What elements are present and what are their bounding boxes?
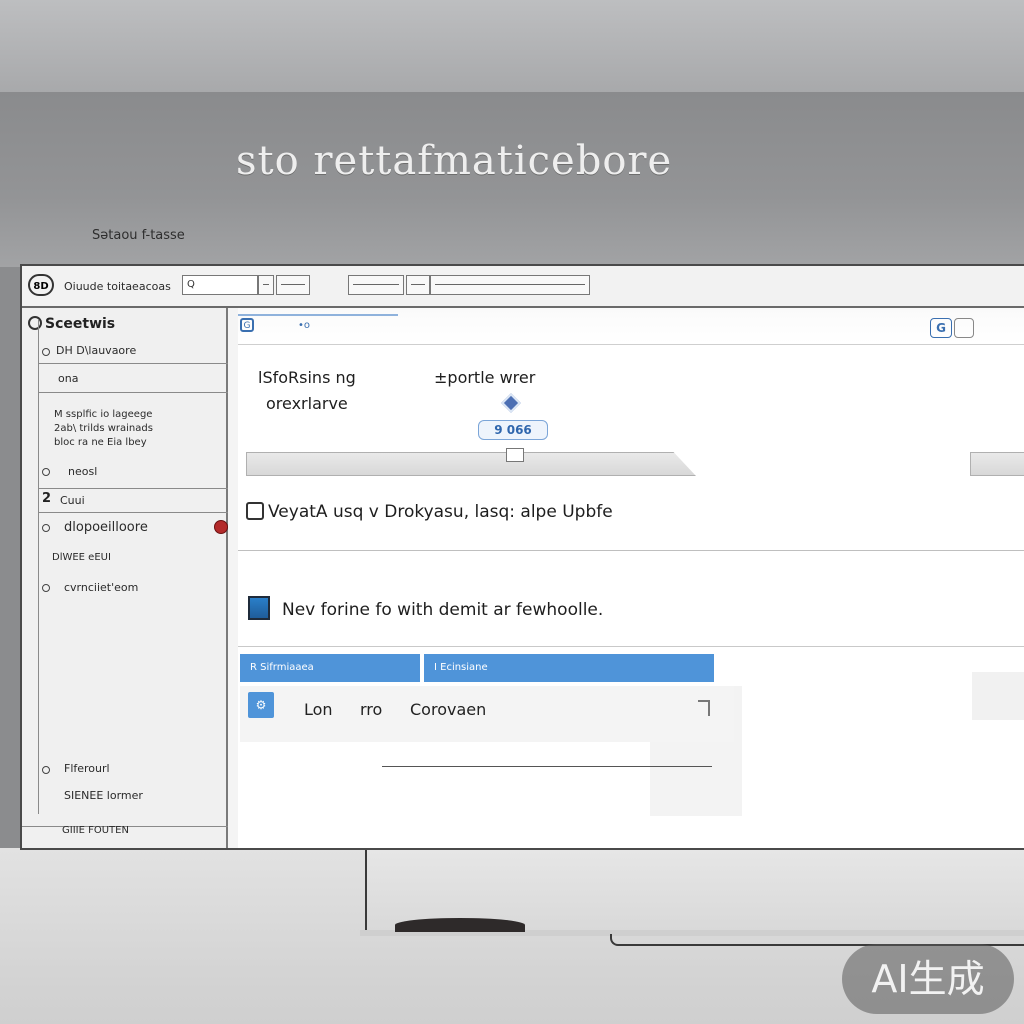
document-icon — [246, 502, 264, 520]
sidebar-item-9[interactable]: Flferourl — [64, 762, 110, 775]
content-subheading: orexrlarve — [266, 394, 348, 413]
sidebar-item-3[interactable]: M ssplfic io lageege 2ab\ trilds wrainad… — [54, 408, 153, 450]
table-row[interactable]: ⚙ Lon rro Corovaen — [240, 686, 734, 742]
app-window: 8D Oiuude toitaeacoas Q Sceetwis DH D\la… — [20, 264, 1024, 850]
list-row-text: VeyatA usq v Drokyasu, lasq: alpe Upbfe — [268, 502, 613, 522]
toolbar: 8D Oiuude toitaeacoas Q — [22, 266, 1024, 308]
sidebar-item-6[interactable]: dlopoeilloore — [64, 520, 148, 535]
tab-secondary[interactable]: I Ecinsiane — [424, 654, 714, 682]
app-logo-icon: 8D — [28, 274, 54, 296]
wall-subline: Sətaou f-tasse — [92, 228, 185, 243]
sidebar-item-1[interactable]: DH D\lauvaore — [56, 344, 136, 357]
sidebar-panel — [38, 320, 228, 814]
options-button[interactable] — [954, 318, 974, 338]
app-title: Oiuude toitaeacoas — [64, 280, 171, 293]
monitor-foot — [395, 918, 525, 932]
background-top — [0, 0, 1024, 92]
search-icon[interactable]: G — [930, 318, 952, 338]
toolbar-button-2[interactable] — [276, 275, 310, 295]
table-cell: Corovaen — [410, 700, 487, 719]
settings-icon: ⚙ — [248, 692, 274, 718]
bullet-icon — [42, 348, 50, 356]
notification-dot-icon — [214, 520, 228, 534]
divider — [238, 550, 1024, 551]
table-cell: Lon — [304, 700, 333, 719]
toolbar-button-4[interactable] — [406, 275, 430, 295]
content-toolbar: G •o G — [238, 308, 1024, 345]
bullet-icon — [42, 766, 50, 774]
sidebar-item-10[interactable]: SIENEE lormer — [64, 789, 143, 802]
sidebar-divider — [38, 488, 228, 489]
bullet-icon — [42, 468, 50, 476]
content-top-link[interactable]: •o — [298, 320, 310, 331]
progress-track-right — [970, 452, 1024, 476]
content-heading-right: ±portle wrer — [434, 368, 536, 387]
image-file-icon — [248, 596, 270, 620]
divider — [382, 766, 712, 767]
sidebar-item-4[interactable]: neosl — [68, 465, 97, 478]
list-row[interactable]: VeyatA usq v Drokyasu, lasq: alpe Upbfe — [246, 502, 613, 522]
sidebar: Sceetwis DH D\lauvaore ona M ssplfic io … — [22, 308, 228, 848]
list-row[interactable]: Nev forine fo with demit ar fewhoolle. — [248, 596, 603, 620]
sidebar-item-2[interactable]: ona — [58, 372, 78, 385]
sidebar-footer-item[interactable]: GIIIE FOUTEN — [62, 825, 129, 836]
sidebar-divider — [38, 392, 228, 393]
tab-primary[interactable]: R Sifrmiaaea — [240, 654, 420, 682]
sidebar-item-8[interactable]: cvrnciiet'eom — [64, 581, 138, 594]
cube-icon — [501, 393, 521, 413]
sidebar-item-5[interactable]: Cuui — [60, 494, 85, 507]
divider — [238, 646, 1024, 647]
sidebar-number-badge: 2 — [42, 491, 52, 506]
progress-track — [246, 452, 696, 476]
count-chip[interactable]: 9 066 — [478, 420, 548, 440]
sidebar-divider — [38, 363, 228, 364]
tab-indicator — [238, 314, 398, 316]
bullet-icon — [42, 524, 50, 532]
toolbar-button-1[interactable] — [258, 275, 274, 295]
main-content: G •o G lSfoRsins ng orexrlarve ±portle w… — [238, 308, 1024, 848]
toolbar-button-3[interactable] — [348, 275, 404, 295]
search-input[interactable]: Q — [182, 275, 258, 295]
toolbar-address-field[interactable] — [430, 275, 590, 295]
wall-headline: sto rettafmaticebore — [236, 138, 673, 184]
sidebar-item-7[interactable]: DlWEE eEUI — [52, 552, 111, 563]
panel-shadow — [972, 672, 1024, 720]
list-row-text: Nev forine fo with demit ar fewhoolle. — [282, 600, 604, 620]
content-heading: lSfoRsins ng — [258, 368, 356, 387]
checkbox[interactable] — [506, 448, 524, 462]
sidebar-divider — [38, 512, 228, 513]
bullet-icon — [42, 584, 50, 592]
watermark: AI生成 — [842, 944, 1014, 1014]
table-cell: rro — [360, 700, 383, 719]
corner-mark-icon — [698, 700, 710, 716]
content-home-icon[interactable]: G — [240, 318, 254, 332]
